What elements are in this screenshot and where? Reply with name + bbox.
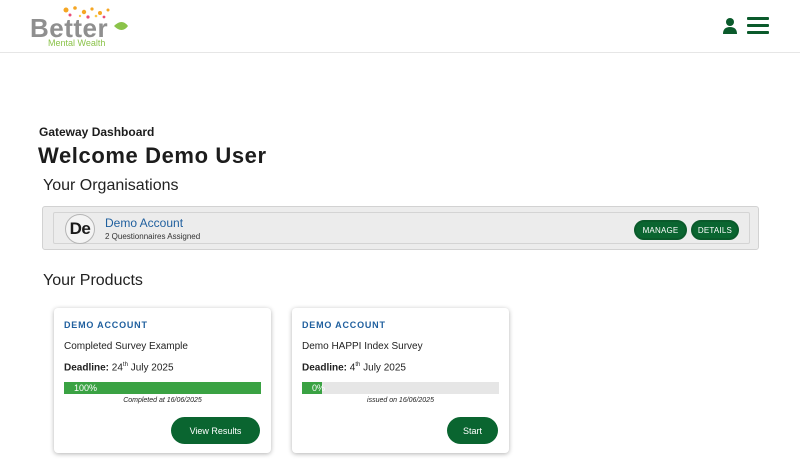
products-heading: Your Products bbox=[43, 272, 143, 289]
view-results-button[interactable]: View Results bbox=[171, 417, 260, 444]
deadline-text: Deadline: 4th July 2025 bbox=[302, 362, 406, 373]
deadline-label: Deadline: bbox=[64, 362, 110, 374]
survey-status: issued on 16/06/2025 bbox=[367, 397, 434, 404]
start-button[interactable]: Start bbox=[447, 417, 498, 444]
survey-status: Completed at 16/06/2025 bbox=[123, 397, 202, 404]
page-title: Welcome Demo User bbox=[38, 143, 267, 168]
details-button[interactable]: DETAILS bbox=[691, 220, 739, 240]
progress-percent: 100% bbox=[74, 383, 98, 393]
survey-title: Demo HAPPI Index Survey bbox=[302, 341, 423, 352]
organisation-row: De Demo Account 2 Questionnaires Assigne… bbox=[53, 212, 750, 244]
logo[interactable]: Better Mental Wealth bbox=[30, 4, 140, 50]
page-subtitle: Gateway Dashboard bbox=[39, 125, 155, 139]
deadline-month-year: July 2025 bbox=[360, 362, 406, 374]
organisation-name-link[interactable]: Demo Account bbox=[105, 216, 183, 230]
manage-button[interactable]: MANAGE bbox=[634, 220, 687, 240]
product-card: DEMO ACCOUNT Demo HAPPI Index Survey Dea… bbox=[292, 308, 509, 453]
top-header: Better Mental Wealth bbox=[0, 0, 800, 53]
person-icon[interactable] bbox=[722, 17, 738, 35]
progress-percent: 0% bbox=[312, 383, 326, 393]
product-card: DEMO ACCOUNT Completed Survey Example De… bbox=[54, 308, 271, 453]
progress-bar: 100% bbox=[64, 382, 261, 394]
progress-bar: 0% bbox=[302, 382, 499, 394]
organisation-list: De Demo Account 2 Questionnaires Assigne… bbox=[42, 206, 759, 250]
logo-tagline: Mental Wealth bbox=[48, 38, 106, 48]
deadline-day: 24 bbox=[111, 362, 123, 374]
organisation-avatar: De bbox=[65, 214, 95, 244]
deadline-text: Deadline: 24th July 2025 bbox=[64, 362, 174, 373]
organisations-heading: Your Organisations bbox=[43, 177, 179, 194]
deadline-label: Deadline: bbox=[302, 362, 348, 374]
hamburger-menu-icon[interactable] bbox=[747, 16, 769, 35]
survey-title: Completed Survey Example bbox=[64, 341, 188, 352]
deadline-month-year: July 2025 bbox=[127, 362, 174, 374]
card-organisation-label: DEMO ACCOUNT bbox=[64, 320, 148, 330]
card-organisation-label: DEMO ACCOUNT bbox=[302, 320, 386, 330]
organisation-questionnaire-count: 2 Questionnaires Assigned bbox=[105, 232, 201, 241]
